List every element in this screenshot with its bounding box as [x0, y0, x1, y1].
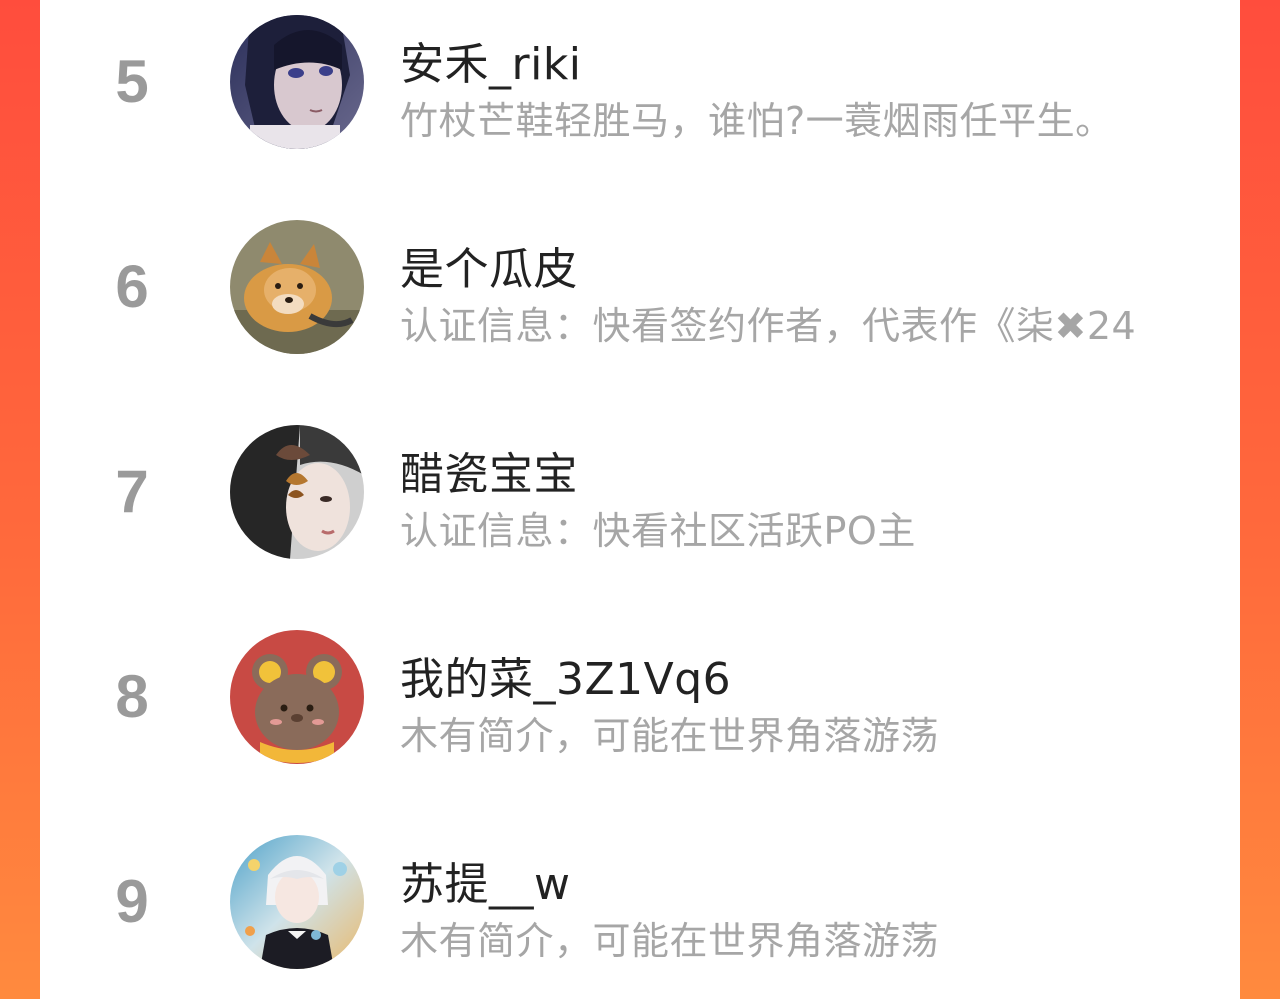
anime-girl-avatar-icon[interactable] — [230, 15, 364, 149]
user-bio: 认证信息：快看社区活跃PO主 — [400, 509, 916, 553]
rank-number: 9 — [115, 868, 149, 935]
ranking-row[interactable]: 8 我的菜_3Z1Vq6 木有简介，可能在世界角落游荡 — [40, 627, 1240, 767]
user-name: 苏提__w — [400, 859, 571, 910]
user-name: 安禾_riki — [400, 39, 582, 90]
rank-number: 6 — [115, 253, 149, 320]
user-name: 我的菜_3Z1Vq6 — [400, 654, 732, 705]
rank-number: 7 — [115, 458, 149, 525]
user-name: 醋瓷宝宝 — [400, 449, 578, 500]
rank-number: 8 — [115, 663, 149, 730]
user-bio: 认证信息：快看签约作者，代表作《柒✖24 — [400, 304, 1137, 348]
user-bio: 木有简介，可能在世界角落游荡 — [400, 714, 940, 758]
ranking-row[interactable]: 6 是个瓜皮 认证信息：快看签约作者，代表作《柒✖24 — [40, 217, 1240, 357]
ranking-row[interactable]: 5 安禾_riki 竹杖芒鞋轻胜马，谁怕?一蓑烟雨任平生。 — [40, 12, 1240, 152]
rank-number: 5 — [115, 48, 149, 115]
user-bio: 竹杖芒鞋轻胜马，谁怕?一蓑烟雨任平生。 — [400, 99, 1114, 143]
user-bio: 木有简介，可能在世界角落游荡 — [400, 919, 940, 963]
shiba-dog-avatar-icon[interactable] — [230, 220, 364, 354]
anime-boy-avatar-icon[interactable] — [230, 835, 364, 969]
butterfly-girl-avatar-icon[interactable] — [230, 425, 364, 559]
ranking-row[interactable]: 9 苏提__w 木有简介，可能在世界角落游荡 — [40, 832, 1240, 972]
ranking-row[interactable]: 7 醋瓷宝宝 认证信息：快看社区活跃PO主 — [40, 422, 1240, 562]
bear-avatar-icon[interactable] — [230, 630, 364, 764]
user-name: 是个瓜皮 — [400, 244, 578, 295]
ranking-list: 5 安禾_riki 竹杖芒鞋轻胜马，谁怕?一蓑烟雨任平生。 6 是个瓜皮 认证信… — [40, 0, 1240, 999]
